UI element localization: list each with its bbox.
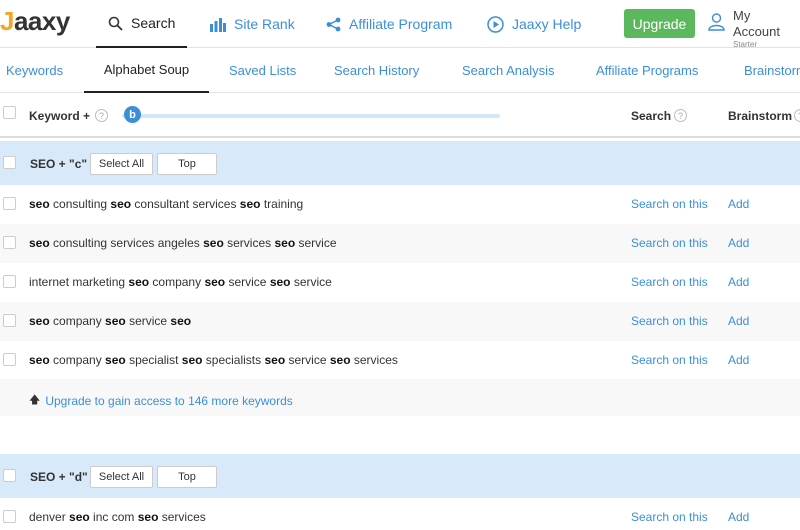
nav-jaaxy-help[interactable]: Jaaxy Help (487, 0, 581, 48)
keyword-text: seo consulting seo consultant services s… (29, 197, 304, 211)
nav-site-rank[interactable]: Site Rank (210, 0, 295, 48)
add-link[interactable]: Add (728, 197, 749, 211)
add-link[interactable]: Add (728, 353, 749, 367)
tab-brainstorm[interactable]: Brainstorm (744, 48, 800, 93)
tab-saved-lists[interactable]: Saved Lists (229, 48, 296, 93)
keyword-checkbox[interactable] (3, 314, 16, 327)
tab-search-analysis[interactable]: Search Analysis (462, 48, 555, 93)
nav-search-label: Search (131, 15, 176, 31)
select-all-checkbox[interactable] (3, 106, 16, 119)
keyword-text: internet marketing seo company seo servi… (29, 275, 332, 289)
account-name: My Account (733, 8, 780, 39)
keyword-help-icon[interactable]: ? (95, 109, 108, 122)
add-link[interactable]: Add (728, 275, 749, 289)
upgrade-button[interactable]: Upgrade (624, 9, 695, 38)
select-all-button[interactable]: Select All (90, 466, 153, 488)
keyword-text: seo company seo specialist seo specialis… (29, 353, 398, 367)
upgrade-row: 🡅 Upgrade to gain access to 146 more key… (0, 379, 800, 416)
search-help-icon[interactable]: ? (674, 109, 687, 122)
arrow-up-icon: 🡅 (29, 394, 41, 406)
top-button[interactable]: Top (157, 153, 217, 175)
table-header: Keyword + ? b Search ? Brainstorm ? (0, 94, 800, 138)
group-row-c: SEO + "c" Select All Top (0, 141, 800, 185)
search-on-this-link[interactable]: Search on this (631, 197, 708, 211)
nav-search[interactable]: Search (96, 0, 188, 48)
keyword-checkbox[interactable] (3, 353, 16, 366)
brainstorm-help-icon[interactable]: ? (794, 109, 800, 122)
nav-affiliate-program-label: Affiliate Program (349, 16, 453, 32)
group-label: SEO + "c" (30, 157, 88, 171)
group-label: SEO + "d" (30, 470, 88, 484)
nav-jaaxy-help-label: Jaaxy Help (512, 16, 582, 32)
group-row-d: SEO + "d" Select All Top (0, 454, 800, 498)
keyword-checkbox[interactable] (3, 236, 16, 249)
keyword-checkbox[interactable] (3, 197, 16, 210)
jaaxy-logo[interactable]: Jaaxy (0, 6, 70, 37)
tab-affiliate-programs[interactable]: Affiliate Programs (596, 48, 698, 93)
tab-search-history[interactable]: Search History (334, 48, 419, 93)
keyword-row: seo consulting seo consultant services s… (0, 185, 800, 224)
search-on-this-link[interactable]: Search on this (631, 510, 708, 524)
keyword-checkbox[interactable] (3, 275, 16, 288)
play-circle-icon (487, 15, 504, 33)
keyword-text: denver seo inc com seo services (29, 510, 206, 524)
search-on-this-link[interactable]: Search on this (631, 275, 708, 289)
top-button[interactable]: Top (157, 466, 217, 488)
brainstorm-column-header: Brainstorm (728, 109, 793, 123)
search-on-this-link[interactable]: Search on this (631, 236, 708, 250)
add-link[interactable]: Add (728, 510, 749, 524)
group-checkbox[interactable] (3, 469, 16, 482)
tab-keywords[interactable]: Keywords (6, 48, 63, 93)
search-icon (108, 16, 123, 31)
keyword-text: seo consulting services angeles seo serv… (29, 236, 337, 250)
search-on-this-link[interactable]: Search on this (631, 353, 708, 367)
nav-site-rank-label: Site Rank (234, 16, 295, 32)
nav-affiliate-program[interactable]: Affiliate Program (326, 0, 452, 48)
keyword-column-header[interactable]: Keyword + (29, 109, 90, 123)
sub-nav: Keywords Alphabet Soup Saved Lists Searc… (0, 48, 800, 93)
upgrade-more-text: Upgrade to gain access to 146 more keywo… (45, 393, 293, 408)
logo-text: aaxy (13, 6, 70, 36)
keyword-row: seo company seo service seo Search on thi… (0, 302, 800, 341)
keyword-text: seo company seo service seo (29, 314, 192, 328)
keyword-row: denver seo inc com seo services Search on… (0, 498, 800, 530)
group-checkbox[interactable] (3, 156, 16, 169)
user-icon (708, 8, 725, 50)
top-nav: Jaaxy Search Site Rank Affiliate Program… (0, 0, 800, 50)
select-all-button[interactable]: Select All (90, 153, 153, 175)
tab-alphabet-soup[interactable]: Alphabet Soup (84, 48, 209, 93)
search-on-this-link[interactable]: Search on this (631, 314, 708, 328)
keyword-row: seo company seo specialist seo specialis… (0, 341, 800, 380)
bar-chart-icon (210, 17, 226, 32)
keyword-row: internet marketing seo company seo servi… (0, 263, 800, 302)
add-link[interactable]: Add (728, 314, 749, 328)
letter-slider-track[interactable] (122, 114, 500, 118)
keyword-row: seo consulting services angeles seo serv… (0, 224, 800, 263)
letter-slider-handle[interactable]: b (124, 106, 141, 123)
keyword-checkbox[interactable] (3, 510, 16, 523)
add-link[interactable]: Add (728, 236, 749, 250)
upgrade-more-link[interactable]: 🡅 Upgrade to gain access to 146 more key… (29, 391, 293, 410)
search-column-header: Search (631, 109, 672, 123)
account-menu[interactable]: My Account Starter (708, 8, 800, 50)
share-icon (326, 17, 341, 32)
